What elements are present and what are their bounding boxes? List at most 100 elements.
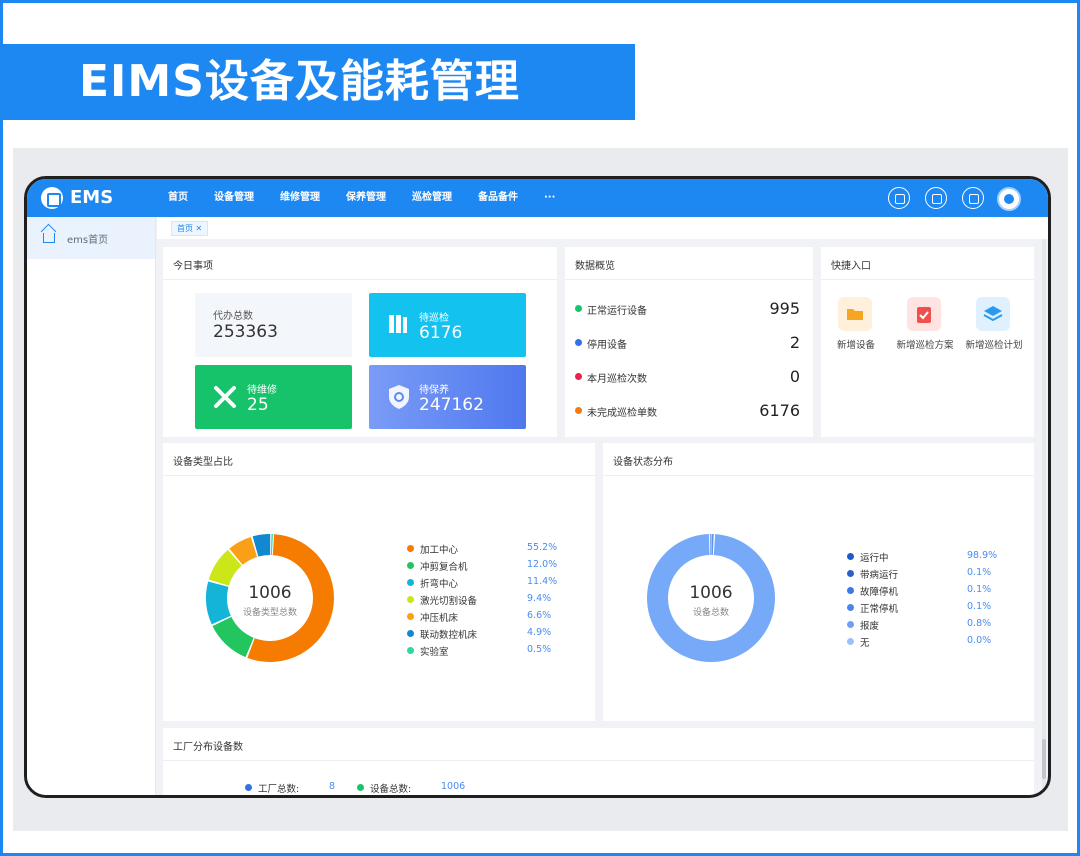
legend-item[interactable]: 无 0.0%: [847, 634, 1007, 651]
divider: [163, 475, 595, 476]
quick-add-inspection-plan[interactable]: 新增巡检计划: [959, 297, 1029, 357]
legend-item[interactable]: 运行中 98.9%: [847, 549, 1007, 566]
scrollbar[interactable]: [1042, 239, 1046, 795]
legend-item[interactable]: 报废 0.8%: [847, 617, 1007, 634]
legend-dot: [407, 596, 414, 603]
legend-label: 联动数控机床: [420, 630, 478, 641]
settings-icon[interactable]: [962, 187, 984, 209]
sidebar: ems首页: [27, 217, 156, 795]
wrench-icon: [214, 386, 236, 408]
overview-value: 6176: [759, 401, 800, 420]
divider: [163, 279, 557, 280]
donut-slice-scrapped[interactable]: [711, 534, 714, 556]
overview-card-title: 数据概览: [575, 261, 615, 272]
legend-item[interactable]: 冲压机床 6.6%: [407, 609, 567, 626]
legend-item[interactable]: 故障停机 0.1%: [847, 583, 1007, 600]
status-card-title: 设备状态分布: [613, 457, 673, 468]
tab-bar: 首页 ✕: [157, 217, 1048, 239]
legend-dot: [407, 562, 414, 569]
layers-icon: [976, 297, 1010, 331]
legend-label: 冲压机床: [420, 613, 459, 624]
scrollbar-thumb[interactable]: [1042, 739, 1046, 779]
todo-tile-pending-repair[interactable]: 待维修 25: [195, 365, 352, 429]
donut-center: 1006 设备类型总数: [220, 583, 320, 618]
sidebar-item-ems-home[interactable]: ems首页: [27, 217, 155, 259]
legend-dot: [407, 579, 414, 586]
tile-value: 25: [247, 395, 269, 415]
donut-center: 1006 设备总数: [661, 583, 761, 618]
legend-dot: [407, 630, 414, 637]
logo-icon: [41, 187, 63, 209]
folder-icon: [838, 297, 872, 331]
legend-value: 4.9%: [527, 627, 552, 638]
legend-value: 12.0%: [527, 559, 558, 570]
search-icon[interactable]: [888, 187, 910, 209]
legend-value: 0.5%: [527, 644, 552, 655]
quick-label: 新增设备: [836, 340, 875, 351]
divider: [821, 279, 1034, 280]
nav-item-equipment[interactable]: 设备管理: [214, 179, 254, 217]
factory-distribution-card: 工厂分布设备数 工厂总数: 8 设备总数: 1006: [163, 728, 1034, 795]
nav-item-home[interactable]: 首页: [168, 179, 188, 217]
calculator-icon[interactable]: [925, 187, 947, 209]
quick-add-equipment[interactable]: 新增设备: [821, 297, 891, 357]
legend-label: 折弯中心: [420, 579, 459, 590]
todo-tile-pending-inspection[interactable]: 待巡检 6176: [369, 293, 526, 357]
nav-item-repair[interactable]: 维修管理: [280, 179, 320, 217]
legend-label: 正常停机: [860, 604, 899, 615]
legend-item[interactable]: 折弯中心 11.4%: [407, 575, 567, 592]
todo-tile-pending-total[interactable]: 代办总数 253363: [195, 293, 352, 357]
overview-value: 2: [789, 333, 800, 352]
avatar[interactable]: [997, 187, 1021, 211]
factory-stat-label: 设备总数:: [370, 784, 412, 795]
status-dot: [575, 305, 582, 312]
nav-item-more[interactable]: ···: [544, 179, 555, 217]
todo-card-title: 今日事项: [173, 261, 213, 272]
quick-entry-card: 快捷入口 新增设备 新增巡检方案 新增巡检计划: [821, 247, 1034, 437]
legend-label: 实验室: [420, 647, 449, 658]
quick-add-inspection-scheme[interactable]: 新增巡检方案: [890, 297, 960, 357]
legend-item[interactable]: 联动数控机床 4.9%: [407, 626, 567, 643]
nav-item-inspection[interactable]: 巡检管理: [412, 179, 452, 217]
legend-item[interactable]: 激光切割设备 9.4%: [407, 592, 567, 609]
legend-dot: [847, 638, 854, 645]
donut-center-label: 设备类型总数: [242, 608, 297, 618]
legend-value: 11.4%: [527, 576, 558, 587]
main-nav: 首页 设备管理 维修管理 保养管理 巡检管理 备品备件 ···: [168, 179, 581, 217]
donut-center-label: 设备总数: [692, 608, 729, 618]
legend-value: 0.1%: [967, 601, 992, 612]
legend-dot: [847, 587, 854, 594]
legend-dot: [847, 553, 854, 560]
tab-home[interactable]: 首页 ✕: [171, 221, 209, 236]
shield-icon: [389, 385, 409, 409]
todo-tile-pending-maintenance[interactable]: 待保养 247162: [369, 365, 526, 429]
nav-item-spare-parts[interactable]: 备品备件: [478, 179, 518, 217]
legend-item[interactable]: 实验室 0.5%: [407, 643, 567, 660]
divider: [565, 279, 813, 280]
equipment-type-card: 设备类型占比 1006 设备类型总数 加工中心 55.2% 冲剪复合机 12.0% 折弯…: [163, 443, 595, 721]
legend-item[interactable]: 带病运行 0.1%: [847, 566, 1007, 583]
top-navbar: EMS 首页 设备管理 维修管理 保养管理 巡检管理 备品备件 ···: [27, 179, 1048, 217]
quick-card-title: 快捷入口: [831, 261, 871, 272]
donut-slice-punch-shear[interactable]: [212, 616, 254, 658]
legend-dot: [847, 604, 854, 611]
legend-value: 0.0%: [967, 635, 992, 646]
equipment-status-card: 设备状态分布 1006 设备总数 运行中 98.9% 带病运行 0.1% 故障停机 0.1…: [603, 443, 1034, 721]
device-frame: EMS 首页 设备管理 维修管理 保养管理 巡检管理 备品备件 ··· ems首…: [24, 176, 1051, 798]
legend-label: 激光切割设备: [420, 596, 478, 607]
tile-label: 代办总数: [213, 311, 253, 322]
legend-item[interactable]: 加工中心 55.2%: [407, 541, 567, 558]
donut-slice-laboratory[interactable]: [271, 534, 273, 556]
legend-item[interactable]: 正常停机 0.1%: [847, 600, 1007, 617]
legend-item[interactable]: 冲剪复合机 12.0%: [407, 558, 567, 575]
inspection-icon: [389, 315, 407, 333]
status-dot: [575, 339, 582, 346]
legend-dot: [847, 570, 854, 577]
nav-item-maintenance[interactable]: 保养管理: [346, 179, 386, 217]
quick-label: 新增巡检计划: [965, 340, 1023, 351]
overview-card: 数据概览 正常运行设备 995 停用设备 2 本月巡检次数 0 未完成巡检单数 …: [565, 247, 813, 437]
donut-center-value: 1006: [689, 583, 733, 603]
overview-label: 正常运行设备: [587, 306, 647, 317]
legend-dot: [407, 545, 414, 552]
legend-dot: [407, 613, 414, 620]
